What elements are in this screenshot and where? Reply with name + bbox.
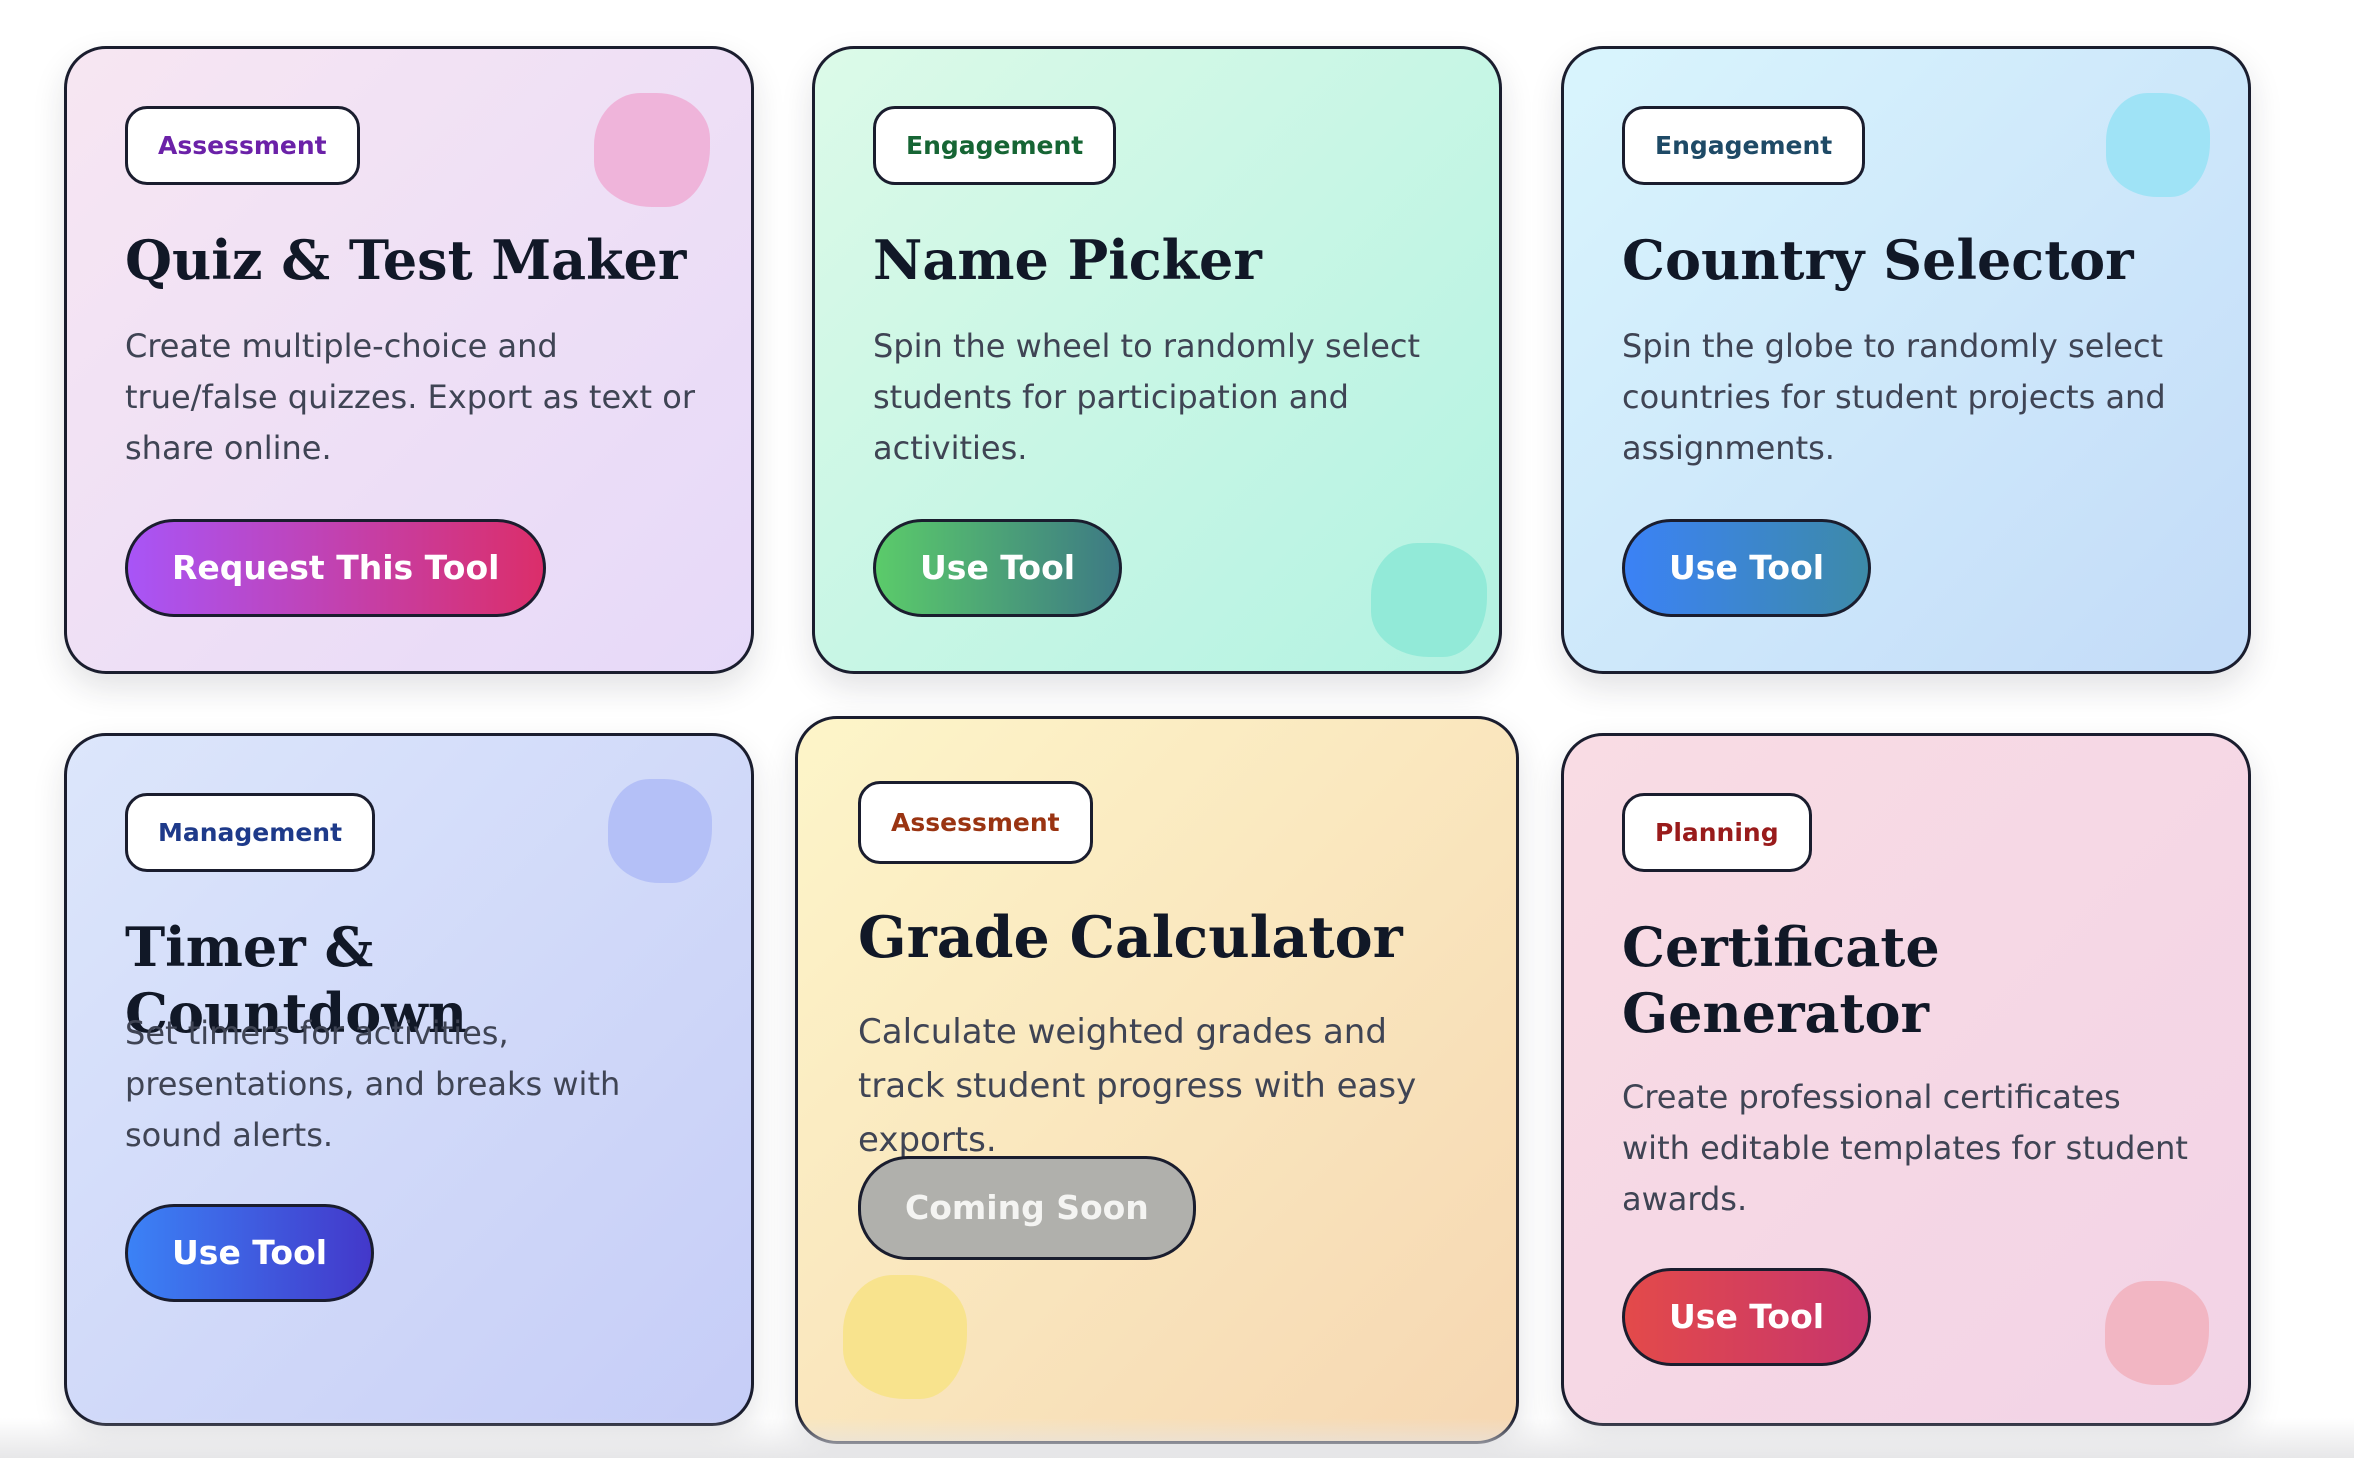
tool-card-grade-calculator: Assessment Grade Calculator Calculate we… [795,716,1519,1444]
card-description: Calculate weighted grades and track stud… [858,1012,1417,1160]
tools-grid: Assessment Quiz & Test Maker Create mult… [0,0,2354,1458]
card-title: Country Selector [1622,228,2134,292]
tool-card-certificate-generator: Planning Certificate Generator Create pr… [1561,733,2251,1426]
decorative-blob [594,93,710,207]
card-title: Quiz & Test Maker [125,228,687,292]
coming-soon-button[interactable]: Coming Soon [858,1156,1196,1260]
decorative-blob [608,779,712,883]
tool-card-country-selector: Engagement Country Selector Spin the glo… [1561,46,2251,674]
category-tag: Engagement [873,106,1117,185]
tool-card-timer: Management Timer & Countdown Set timers … [64,733,754,1426]
card-title: Certificate Generator [1622,915,1940,1045]
category-tag: Assessment [858,781,1093,864]
card-description: Spin the globe to randomly select countr… [1622,327,2166,467]
use-tool-button[interactable]: Use Tool [125,1204,375,1302]
tool-card-name-picker: Engagement Name Picker Spin the wheel to… [812,46,1502,674]
category-tag: Engagement [1622,106,1866,185]
use-tool-button[interactable]: Use Tool [1622,519,1872,617]
card-description: Set timers for activities, presentations… [125,1014,621,1154]
category-tag: Assessment [125,106,360,185]
bottom-shadow [0,1418,2354,1458]
card-description: Create professional certificates with ed… [1622,1078,2188,1218]
tool-card-quiz-maker: Assessment Quiz & Test Maker Create mult… [64,46,754,674]
category-tag: Planning [1622,793,1812,872]
card-title: Name Picker [873,228,1262,292]
card-description: Create multiple-choice and true/false qu… [125,327,695,467]
decorative-blob [2106,93,2210,197]
use-tool-button[interactable]: Use Tool [873,519,1123,617]
use-tool-button[interactable]: Use Tool [1622,1268,1872,1366]
category-tag: Management [125,793,376,872]
decorative-blob [2105,1281,2209,1385]
card-description: Spin the wheel to randomly select studen… [873,327,1421,467]
decorative-blob [1371,543,1487,657]
request-tool-button[interactable]: Request This Tool [125,519,547,617]
card-title: Grade Calculator [858,904,1403,971]
decorative-blob [843,1275,967,1399]
